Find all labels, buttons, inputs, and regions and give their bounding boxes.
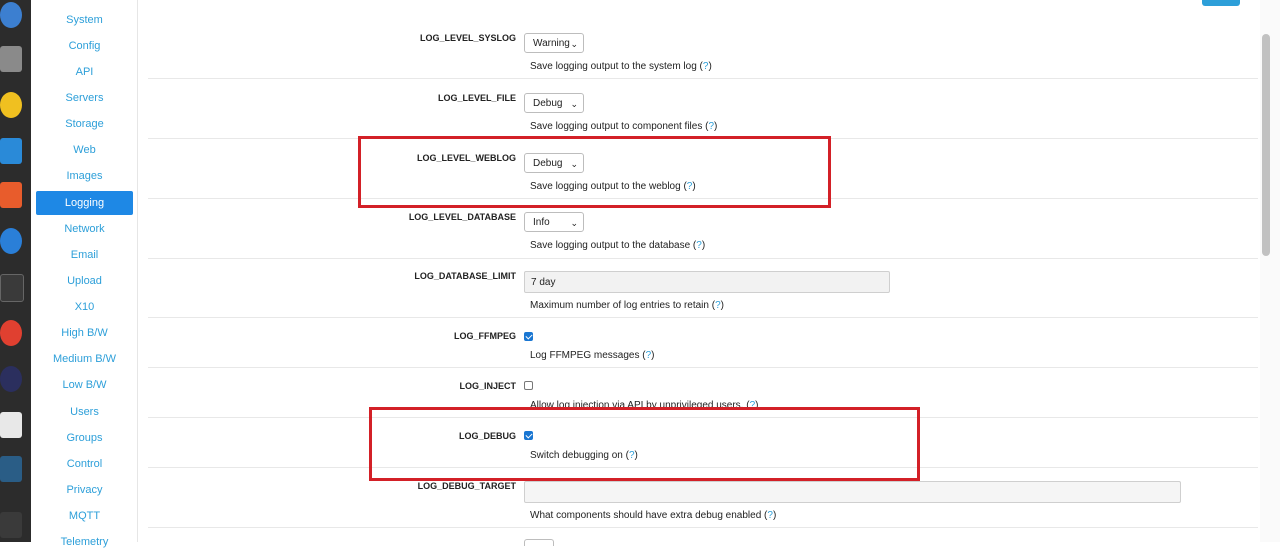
select-value: Info	[533, 217, 550, 228]
sidebar-item-upload[interactable]: Upload	[36, 269, 133, 293]
sidebar-item-telemetry[interactable]: Telemetry	[36, 530, 133, 554]
debug-highlight-box	[369, 407, 920, 481]
option-description: Log FFMPEG messages (?)	[530, 350, 655, 361]
save-button[interactable]	[1202, 0, 1240, 6]
row-divider	[148, 258, 1258, 259]
chevron-down-icon: ⌄	[570, 99, 578, 109]
eclipse-icon[interactable]	[0, 366, 22, 392]
description-text: Save logging output to the database	[530, 240, 691, 251]
description-text: Maximum number of log entries to retain	[530, 300, 709, 311]
sidebar-item-email[interactable]: Email	[36, 243, 133, 267]
description-text: Log FFMPEG messages	[530, 350, 640, 361]
option-key: LOG_DATABASE_LIMIT	[414, 271, 516, 281]
option-description: Save logging output to the database (?)	[530, 240, 706, 251]
option-description: Maximum number of log entries to retain …	[530, 300, 724, 311]
row-divider	[148, 367, 1258, 368]
sidebar-item-low-bw[interactable]: Low B/W	[36, 373, 133, 397]
sidebar-item-mqtt[interactable]: MQTT	[36, 504, 133, 528]
option-key: LOG_INJECT	[459, 381, 516, 391]
row-divider	[148, 78, 1258, 79]
text-editor-icon[interactable]	[0, 412, 22, 438]
sidebar-item-images[interactable]: Images	[36, 164, 133, 188]
option-description: What components should have extra debug …	[530, 510, 777, 521]
app-center-icon[interactable]	[0, 182, 22, 208]
option-key: LOG_DEBUG_TARGET	[417, 481, 516, 491]
sidebar-item-api[interactable]: API	[36, 60, 133, 84]
sidebar-item-x10[interactable]: X10	[36, 295, 133, 319]
mysql-workbench-icon[interactable]	[0, 456, 22, 482]
option-key: LOG_LEVEL_FILE	[437, 93, 516, 103]
help-link[interactable]: ?	[715, 300, 721, 311]
chevron-down-icon: ⌄	[570, 218, 578, 228]
help-link[interactable]: ?	[708, 121, 714, 132]
application-dock	[0, 0, 31, 542]
row-divider	[148, 317, 1258, 318]
option-description: Save logging output to component files (…	[530, 121, 718, 132]
sidebar-item-groups[interactable]: Groups	[36, 426, 133, 450]
sidebar-item-users[interactable]: Users	[36, 400, 133, 424]
sidebar-item-servers[interactable]: Servers	[36, 86, 133, 110]
option-description: Save logging output to the system log (?…	[530, 61, 712, 72]
help-link[interactable]: ?	[767, 510, 773, 521]
select-value: Warning	[533, 38, 570, 49]
description-text: Save logging output to the system log	[530, 61, 697, 72]
files-icon[interactable]	[0, 46, 22, 72]
sidebar-item-config[interactable]: Config	[36, 34, 133, 58]
option-key: LOG_FFMPEG	[453, 331, 516, 341]
scrollbar-thumb[interactable]	[1262, 34, 1270, 256]
syslog-level-select[interactable]: Warning ⌄	[524, 33, 584, 53]
inject-checkbox[interactable]	[524, 381, 533, 390]
app-grid-icon[interactable]	[0, 512, 22, 538]
debug-target-input[interactable]	[524, 481, 1181, 503]
sidebar-item-system[interactable]: System	[36, 8, 133, 32]
rhythmbox-icon[interactable]	[0, 92, 22, 118]
thunderbird-icon[interactable]	[0, 2, 22, 28]
help-link[interactable]: ?	[703, 61, 709, 72]
row-divider	[148, 527, 1258, 528]
database-limit-input[interactable]: 7 day	[524, 271, 890, 293]
chrome-icon[interactable]	[0, 320, 22, 346]
help-link[interactable]: ?	[696, 240, 702, 251]
sidebar-item-storage[interactable]: Storage	[36, 112, 133, 136]
sidebar-item-logging[interactable]: Logging	[36, 191, 133, 215]
ffmpeg-checkbox[interactable]	[524, 332, 533, 341]
database-level-select[interactable]: Info ⌄	[524, 212, 584, 232]
weblog-highlight-box	[358, 136, 831, 208]
terminal-icon[interactable]	[0, 274, 24, 302]
settings-sidebar: System Config API Servers Storage Web Im…	[31, 0, 138, 548]
select-value: Debug	[533, 98, 563, 109]
option-key: LOG_LEVEL_DATABASE	[408, 212, 516, 222]
sidebar-item-web[interactable]: Web	[36, 138, 133, 162]
description-text: Save logging output to component files	[530, 121, 703, 132]
sidebar-item-medium-bw[interactable]: Medium B/W	[36, 347, 133, 371]
sidebar-item-network[interactable]: Network	[36, 217, 133, 241]
writer-icon[interactable]	[0, 138, 22, 164]
sidebar-item-control[interactable]: Control	[36, 452, 133, 476]
chevron-down-icon: ⌄	[570, 39, 578, 49]
file-level-select[interactable]: Debug ⌄	[524, 93, 584, 113]
help-link[interactable]: ?	[646, 350, 652, 361]
help-icon[interactable]	[0, 228, 22, 254]
description-text: What components should have extra debug …	[530, 510, 762, 521]
next-select-partial[interactable]	[524, 539, 554, 546]
sidebar-item-high-bw[interactable]: High B/W	[36, 321, 133, 345]
option-key: LOG_LEVEL_SYSLOG	[419, 33, 516, 43]
sidebar-item-privacy[interactable]: Privacy	[36, 478, 133, 502]
